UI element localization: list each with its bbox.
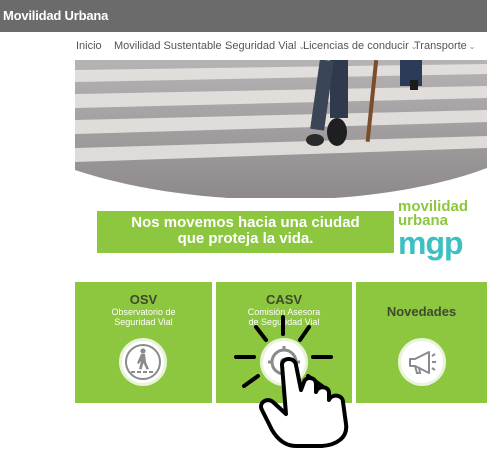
pointing-hand-cursor-icon [234,315,349,448]
